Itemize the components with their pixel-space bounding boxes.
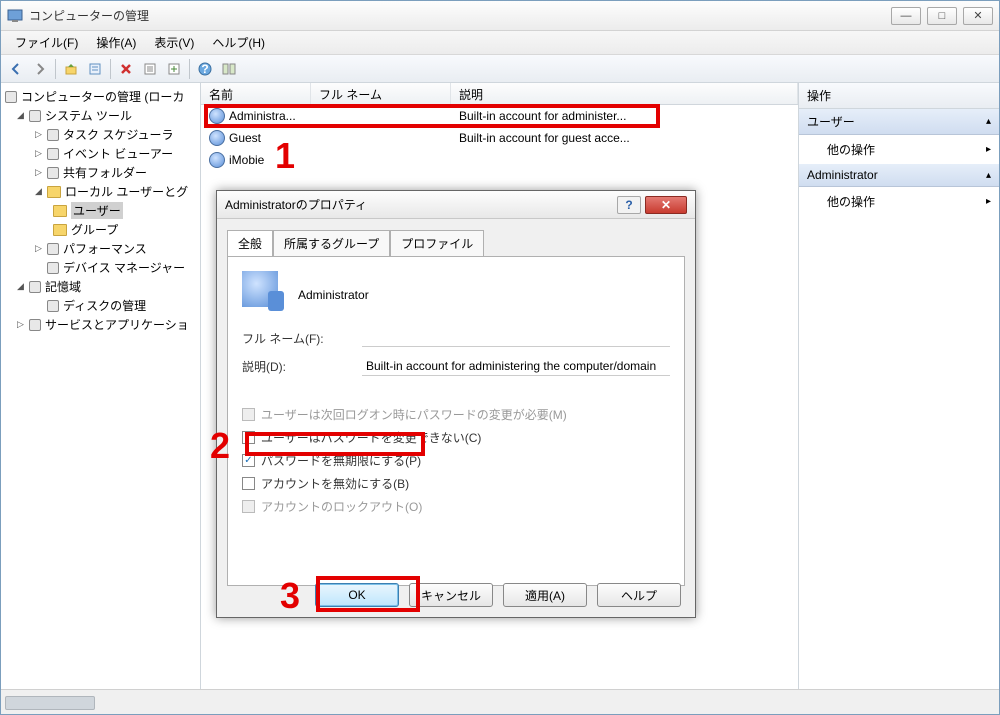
window-title: コンピューターの管理: [29, 7, 891, 24]
checkbox-cant-change[interactable]: ユーザーはパスワードを変更できない(C): [242, 429, 670, 446]
col-fullname[interactable]: フル ネーム: [311, 83, 451, 104]
submenu-icon: ▸: [986, 196, 991, 207]
up-button[interactable]: [60, 58, 82, 80]
help-icon[interactable]: ?: [194, 58, 216, 80]
dialog-close-button[interactable]: ✕: [645, 196, 687, 214]
list-header: 名前 フル ネーム 説明: [201, 83, 798, 105]
submenu-icon: ▸: [986, 144, 991, 155]
svg-text:?: ?: [201, 62, 208, 76]
dialog-title: Administratorのプロパティ: [225, 196, 617, 213]
folder-icon: [47, 186, 61, 198]
services-icon: [29, 319, 41, 331]
tree-services-apps[interactable]: ▷サービスとアプリケーショ: [1, 315, 200, 334]
ok-button[interactable]: OK: [315, 583, 399, 607]
collapse-icon: ▴: [986, 170, 991, 181]
user-icon: [209, 108, 225, 124]
user-icon: [209, 152, 225, 168]
statusbar: [1, 689, 999, 714]
actions-more-1[interactable]: 他の操作▸: [799, 135, 999, 164]
col-desc[interactable]: 説明: [451, 83, 798, 104]
menu-help[interactable]: ヘルプ(H): [204, 32, 273, 53]
tree-users[interactable]: ユーザー: [1, 201, 200, 220]
menu-file[interactable]: ファイル(F): [7, 32, 86, 53]
apply-button[interactable]: 適用(A): [503, 583, 587, 607]
storage-icon: [29, 281, 41, 293]
list-row-imobie[interactable]: iMobie: [201, 149, 798, 171]
actions-more-2[interactable]: 他の操作▸: [799, 187, 999, 216]
titlebar: コンピューターの管理 — □ ✕: [1, 1, 999, 31]
tree-disk-mgmt[interactable]: ディスクの管理: [1, 296, 200, 315]
properties-dialog: Administratorのプロパティ ? ✕ 全般 所属するグループ プロファ…: [216, 190, 696, 618]
menubar: ファイル(F) 操作(A) 表示(V) ヘルプ(H): [1, 31, 999, 55]
fullname-input[interactable]: [362, 329, 670, 347]
forward-button[interactable]: [29, 58, 51, 80]
dialog-titlebar: Administratorのプロパティ ? ✕: [217, 191, 695, 219]
tree-pane: コンピューターの管理 (ローカ ◢システム ツール ▷タスク スケジューラ ▷イ…: [1, 83, 201, 689]
perf-icon: [47, 243, 59, 255]
checkbox-disable-account[interactable]: アカウントを無効にする(B): [242, 475, 670, 492]
list-row-guest[interactable]: Guest Built-in account for guest acce...: [201, 127, 798, 149]
checkbox-lockout: アカウントのロックアウト(O): [242, 498, 670, 515]
menu-view[interactable]: 表示(V): [146, 32, 202, 53]
toolbar: ?: [1, 55, 999, 83]
app-icon: [7, 8, 23, 24]
disk-icon: [47, 300, 59, 312]
menu-action[interactable]: 操作(A): [88, 32, 144, 53]
refresh-button[interactable]: [139, 58, 161, 80]
tab-general[interactable]: 全般: [227, 230, 273, 257]
tab-body: Administrator フル ネーム(F): 説明(D): Built-in…: [227, 256, 685, 586]
list-row-admin[interactable]: Administra... Built-in account for admin…: [201, 105, 798, 127]
tree-root[interactable]: コンピューターの管理 (ローカ: [1, 87, 200, 106]
properties-button[interactable]: [84, 58, 106, 80]
close-button[interactable]: ✕: [963, 7, 993, 25]
horizontal-scrollbar[interactable]: [3, 694, 799, 712]
col-name[interactable]: 名前: [201, 83, 311, 104]
user-large-icon: [242, 271, 278, 307]
folder-icon: [53, 205, 67, 217]
maximize-button[interactable]: □: [927, 7, 957, 25]
share-icon: [47, 167, 59, 179]
tree-performance[interactable]: ▷パフォーマンス: [1, 239, 200, 258]
tree-local-users[interactable]: ◢ローカル ユーザーとグ: [1, 182, 200, 201]
tree-task-scheduler[interactable]: ▷タスク スケジューラ: [1, 125, 200, 144]
export-button[interactable]: [163, 58, 185, 80]
username-label: Administrator: [298, 288, 369, 302]
device-icon: [47, 262, 59, 274]
description-label: 説明(D):: [242, 358, 362, 375]
tree-event-viewer[interactable]: ▷イベント ビューアー: [1, 144, 200, 163]
tree-storage[interactable]: ◢記憶域: [1, 277, 200, 296]
tree-system-tools[interactable]: ◢システム ツール: [1, 106, 200, 125]
actions-pane: 操作 ユーザー▴ 他の操作▸ Administrator▴ 他の操作▸: [799, 83, 999, 689]
folder-icon: [53, 224, 67, 236]
delete-button[interactable]: [115, 58, 137, 80]
tree-shared-folders[interactable]: ▷共有フォルダー: [1, 163, 200, 182]
help-button[interactable]: ヘルプ: [597, 583, 681, 607]
clock-icon: [47, 129, 59, 141]
event-icon: [47, 148, 59, 160]
dialog-help-button[interactable]: ?: [617, 196, 641, 214]
tab-member[interactable]: 所属するグループ: [273, 230, 390, 257]
actions-group-users[interactable]: ユーザー▴: [799, 109, 999, 135]
fullname-label: フル ネーム(F):: [242, 330, 362, 347]
collapse-icon: ▴: [986, 116, 991, 127]
view-icon[interactable]: [218, 58, 240, 80]
actions-header: 操作: [799, 83, 999, 109]
actions-group-admin[interactable]: Administrator▴: [799, 164, 999, 187]
checkbox-must-change: ユーザーは次回ログオン時にパスワードの変更が必要(M): [242, 406, 670, 423]
tools-icon: [29, 110, 41, 122]
description-input[interactable]: Built-in account for administering the c…: [362, 357, 670, 376]
computer-icon: [5, 91, 17, 103]
back-button[interactable]: [5, 58, 27, 80]
tabstrip: 全般 所属するグループ プロファイル: [227, 229, 685, 256]
tab-profile[interactable]: プロファイル: [390, 230, 484, 257]
checkbox-never-expire[interactable]: ✓パスワードを無期限にする(P): [242, 452, 670, 469]
minimize-button[interactable]: —: [891, 7, 921, 25]
tree-groups[interactable]: グループ: [1, 220, 200, 239]
user-icon: [209, 130, 225, 146]
cancel-button[interactable]: キャンセル: [409, 583, 493, 607]
tree-device-manager[interactable]: デバイス マネージャー: [1, 258, 200, 277]
